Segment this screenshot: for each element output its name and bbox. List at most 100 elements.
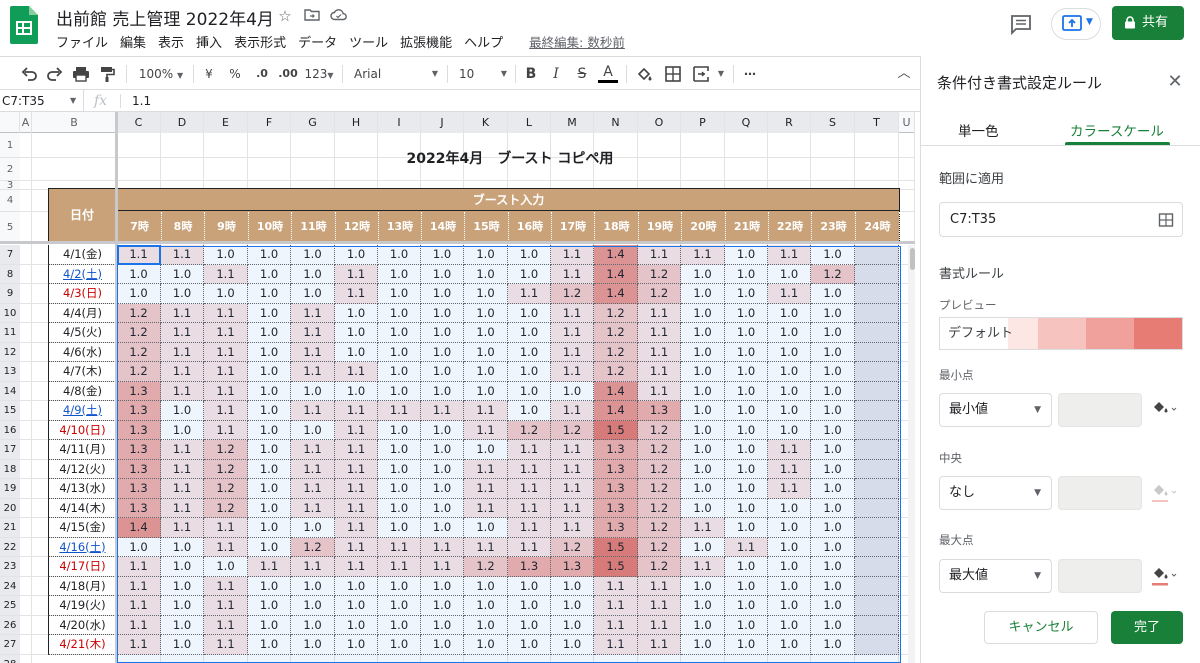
boost-value-cell[interactable]: 1.0 bbox=[291, 245, 335, 265]
boost-value-cell[interactable]: 1.0 bbox=[768, 576, 811, 596]
boost-value-cell[interactable]: 1.0 bbox=[725, 264, 768, 284]
date-cell[interactable]: 4/4(月) bbox=[48, 303, 116, 323]
boost-value-cell[interactable]: 1.2 bbox=[638, 284, 681, 304]
column-header-l[interactable]: L bbox=[508, 112, 551, 133]
boost-value-cell[interactable]: 1.1 bbox=[508, 518, 551, 538]
share-button[interactable]: 共有 bbox=[1112, 6, 1184, 40]
boost-value-cell[interactable]: 1.1 bbox=[551, 323, 594, 343]
boost-value-cell[interactable]: 1.0 bbox=[421, 498, 464, 518]
boost-value-cell[interactable]: 1.2 bbox=[638, 498, 681, 518]
row-header-14[interactable]: 14 bbox=[0, 381, 20, 401]
boost-value-cell[interactable]: 1.3 bbox=[117, 440, 161, 460]
boost-value-cell[interactable]: 1.0 bbox=[335, 576, 378, 596]
boost-value-cell[interactable]: 1.0 bbox=[464, 518, 508, 538]
menu-data[interactable]: データ bbox=[298, 32, 343, 51]
boost-value-cell[interactable]: 1.2 bbox=[811, 264, 855, 284]
boost-value-cell[interactable]: 1.0 bbox=[811, 615, 855, 635]
menu-tools[interactable]: ツール bbox=[349, 32, 394, 51]
boost-value-cell[interactable]: 1.0 bbox=[464, 596, 508, 616]
column-header-d[interactable]: D bbox=[161, 112, 204, 133]
midpoint-select[interactable]: なし ▼ bbox=[939, 476, 1052, 510]
boost-value-cell[interactable] bbox=[855, 284, 899, 304]
boost-value-cell[interactable]: 1.0 bbox=[464, 576, 508, 596]
boost-value-cell[interactable]: 1.0 bbox=[725, 576, 768, 596]
menu-file[interactable]: ファイル bbox=[56, 32, 114, 51]
boost-value-cell[interactable]: 1.2 bbox=[638, 479, 681, 499]
boost-value-cell[interactable]: 1.0 bbox=[768, 420, 811, 440]
boost-value-cell[interactable]: 1.2 bbox=[117, 303, 161, 323]
boost-value-cell[interactable]: 1.1 bbox=[638, 342, 681, 362]
boost-value-cell[interactable]: 1.1 bbox=[291, 479, 335, 499]
boost-value-cell[interactable]: 1.1 bbox=[204, 576, 248, 596]
boost-value-cell[interactable]: 1.0 bbox=[248, 615, 291, 635]
tab-color-scale[interactable]: カラースケール bbox=[1070, 120, 1164, 140]
boost-value-cell[interactable]: 1.0 bbox=[725, 440, 768, 460]
boost-value-cell[interactable]: 1.4 bbox=[594, 284, 638, 304]
boost-value-cell[interactable] bbox=[855, 518, 899, 538]
row-header-12[interactable]: 12 bbox=[0, 342, 20, 362]
boost-value-cell[interactable]: 1.3 bbox=[594, 440, 638, 460]
column-header-o[interactable]: O bbox=[638, 112, 681, 133]
boost-value-cell[interactable] bbox=[855, 557, 899, 577]
boost-value-cell[interactable]: 1.0 bbox=[248, 381, 291, 401]
boost-value-cell[interactable]: 1.1 bbox=[291, 440, 335, 460]
boost-value-cell[interactable]: 1.0 bbox=[378, 420, 421, 440]
boost-value-cell[interactable]: 1.1 bbox=[464, 479, 508, 499]
borders-icon[interactable] bbox=[664, 65, 682, 83]
more-formats-button[interactable]: 123▼ bbox=[302, 65, 336, 83]
boost-value-cell[interactable]: 1.0 bbox=[811, 518, 855, 538]
boost-value-cell[interactable]: 1.0 bbox=[117, 264, 161, 284]
boost-value-cell[interactable]: 1.1 bbox=[378, 401, 421, 421]
boost-value-cell[interactable]: 1.1 bbox=[638, 303, 681, 323]
boost-value-cell[interactable]: 1.0 bbox=[768, 264, 811, 284]
boost-value-cell[interactable]: 1.0 bbox=[421, 479, 464, 499]
boost-value-cell[interactable]: 1.0 bbox=[551, 615, 594, 635]
column-header-m[interactable]: M bbox=[551, 112, 594, 133]
sheet-grid[interactable]: ABCDEFGHIJKLMNOPQRSTU 1 2 3 4 5 7 8 9 10 11 12 13 14… bbox=[0, 112, 915, 663]
boost-value-cell[interactable]: 1.0 bbox=[725, 635, 768, 655]
boost-value-cell[interactable]: 1.0 bbox=[725, 401, 768, 421]
boost-value-cell[interactable]: 1.1 bbox=[768, 245, 811, 265]
column-header-a[interactable]: A bbox=[20, 112, 32, 133]
row-header-2[interactable]: 2 bbox=[0, 158, 20, 181]
boost-value-cell[interactable]: 1.1 bbox=[204, 518, 248, 538]
boost-value-cell[interactable]: 1.3 bbox=[117, 479, 161, 499]
boost-value-cell[interactable]: 1.2 bbox=[638, 557, 681, 577]
boost-value-cell[interactable]: 1.1 bbox=[638, 615, 681, 635]
boost-value-cell[interactable]: 1.0 bbox=[681, 323, 725, 343]
date-cell[interactable]: 4/10(日) bbox=[48, 420, 116, 440]
boost-value-cell[interactable]: 1.0 bbox=[335, 635, 378, 655]
zoom-select[interactable]: 100% ▼ bbox=[134, 65, 188, 83]
boost-value-cell[interactable]: 1.0 bbox=[421, 576, 464, 596]
boost-value-cell[interactable]: 1.1 bbox=[768, 459, 811, 479]
boost-value-cell[interactable]: 1.1 bbox=[551, 498, 594, 518]
boost-value-cell[interactable]: 1.0 bbox=[248, 401, 291, 421]
boost-value-cell[interactable]: 1.4 bbox=[594, 401, 638, 421]
more-options-button[interactable]: ⋯ bbox=[741, 65, 759, 83]
boost-value-cell[interactable]: 1.3 bbox=[551, 557, 594, 577]
menu-format[interactable]: 表示形式 bbox=[234, 32, 292, 51]
present-dropdown-icon[interactable]: ▼ bbox=[1086, 17, 1093, 27]
boost-value-cell[interactable]: 1.1 bbox=[508, 284, 551, 304]
boost-value-cell[interactable]: 1.0 bbox=[811, 420, 855, 440]
boost-value-cell[interactable]: 1.0 bbox=[335, 245, 378, 265]
max-point-select[interactable]: 最大値 ▼ bbox=[939, 559, 1052, 593]
boost-value-cell[interactable]: 1.0 bbox=[248, 323, 291, 343]
boost-value-cell[interactable] bbox=[855, 323, 899, 343]
boost-value-cell[interactable]: 1.2 bbox=[204, 479, 248, 499]
comment-history-icon[interactable] bbox=[1008, 12, 1034, 36]
boost-value-cell[interactable]: 1.0 bbox=[204, 284, 248, 304]
boost-value-cell[interactable]: 1.0 bbox=[248, 537, 291, 557]
boost-value-cell[interactable]: 1.1 bbox=[421, 557, 464, 577]
boost-value-cell[interactable]: 1.0 bbox=[421, 635, 464, 655]
boost-value-cell[interactable] bbox=[855, 420, 899, 440]
cloud-status-icon[interactable] bbox=[330, 7, 348, 25]
boost-value-cell[interactable]: 1.1 bbox=[204, 342, 248, 362]
date-cell[interactable]: 4/15(金) bbox=[48, 518, 116, 538]
boost-value-cell[interactable]: 1.0 bbox=[378, 303, 421, 323]
column-header-u[interactable]: U bbox=[899, 112, 915, 133]
boost-value-cell[interactable] bbox=[855, 635, 899, 655]
boost-value-cell[interactable]: 1.0 bbox=[768, 323, 811, 343]
boost-value-cell[interactable]: 1.0 bbox=[508, 264, 551, 284]
boost-value-cell[interactable]: 1.0 bbox=[248, 459, 291, 479]
